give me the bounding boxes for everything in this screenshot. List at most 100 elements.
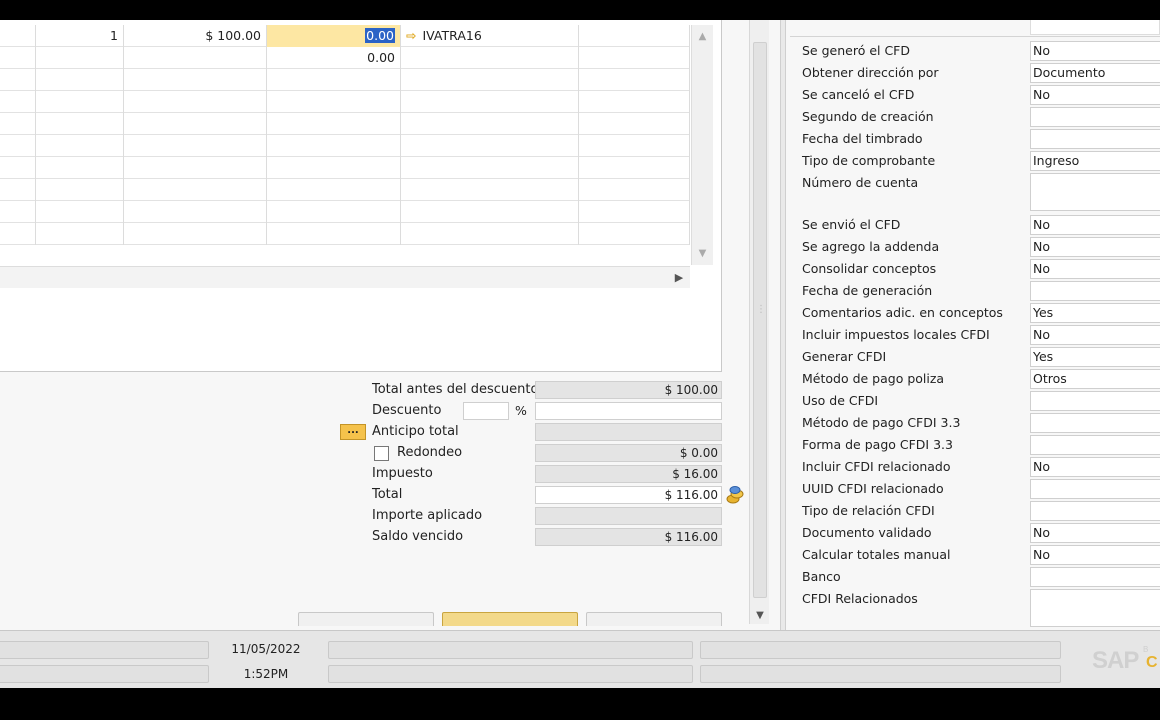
tax-code-cell[interactable] (401, 135, 579, 157)
udf-value-field[interactable]: No (1030, 259, 1160, 279)
quantity-cell[interactable] (36, 113, 124, 135)
table-row[interactable]: 0.00 (0, 47, 690, 69)
table-row[interactable] (0, 91, 690, 113)
table-row[interactable] (0, 179, 690, 201)
udf-value-field[interactable]: No (1030, 325, 1160, 345)
table-row[interactable] (0, 113, 690, 135)
grid-vertical-scrollbar[interactable]: ▲ ▼ (691, 25, 713, 265)
table-row[interactable] (0, 69, 690, 91)
udf-value-field[interactable]: Documento (1030, 63, 1160, 83)
udf-value-field[interactable]: No (1030, 85, 1160, 105)
discount-percent-input[interactable] (463, 402, 509, 420)
udf-value-field[interactable]: Yes (1030, 303, 1160, 323)
table-row[interactable]: 1 $ 100.00 0.00 ⇨ IVATRA16 (0, 25, 690, 47)
udf-value-field[interactable] (1030, 567, 1160, 587)
table-row[interactable] (0, 201, 690, 223)
discount-amount-input[interactable] (535, 402, 722, 420)
extra-cell[interactable] (579, 47, 690, 69)
udf-top-field[interactable] (1030, 20, 1160, 35)
discount-cell[interactable] (267, 157, 401, 179)
udf-value-field[interactable]: No (1030, 41, 1160, 61)
udf-value-field[interactable]: Ingreso (1030, 151, 1160, 171)
extra-cell[interactable] (579, 157, 690, 179)
udf-value-field[interactable] (1030, 107, 1160, 127)
scroll-down-icon[interactable]: ▼ (753, 610, 767, 621)
price-cell[interactable] (124, 69, 267, 91)
link-arrow-icon[interactable]: ⇨ (406, 28, 416, 43)
extra-cell[interactable] (579, 201, 690, 223)
extra-cell[interactable] (579, 69, 690, 91)
udf-value-field[interactable]: No (1030, 237, 1160, 257)
tax-code-cell[interactable] (401, 223, 579, 245)
price-cell[interactable] (124, 157, 267, 179)
tax-code-cell[interactable] (401, 47, 579, 69)
content-vertical-scrollbar[interactable]: ▼ (749, 20, 769, 624)
price-cell[interactable] (124, 113, 267, 135)
tax-code-cell[interactable] (401, 91, 579, 113)
tax-code-cell[interactable] (401, 69, 579, 91)
udf-value-field[interactable]: Otros (1030, 369, 1160, 389)
extra-cell[interactable] (579, 135, 690, 157)
scroll-up-icon[interactable]: ▲ (695, 29, 710, 44)
udf-value-field[interactable] (1030, 173, 1160, 211)
udf-value-field[interactable] (1030, 129, 1160, 149)
price-cell[interactable]: $ 100.00 (124, 25, 267, 47)
total-field[interactable]: $ 116.00 (535, 486, 722, 504)
splitter-grip-icon[interactable]: ⋮ (756, 304, 766, 315)
price-cell[interactable] (124, 223, 267, 245)
quantity-cell[interactable] (36, 91, 124, 113)
tax-code-cell[interactable]: ⇨ IVATRA16 (401, 25, 579, 47)
rounding-checkbox[interactable] (374, 446, 389, 461)
extra-cell[interactable] (579, 179, 690, 201)
udf-value-field[interactable]: No (1030, 215, 1160, 235)
table-row[interactable] (0, 157, 690, 179)
price-cell[interactable] (124, 91, 267, 113)
quantity-cell[interactable] (36, 201, 124, 223)
udf-value-field[interactable] (1030, 391, 1160, 411)
price-cell[interactable] (124, 47, 267, 69)
extra-cell[interactable] (579, 223, 690, 245)
udf-value-field[interactable] (1030, 479, 1160, 499)
udf-value-field[interactable]: Yes (1030, 347, 1160, 367)
scroll-thumb[interactable] (753, 42, 767, 598)
discount-cell[interactable] (267, 113, 401, 135)
table-row[interactable] (0, 135, 690, 157)
extra-cell[interactable] (579, 25, 690, 47)
udf-value-field[interactable] (1030, 501, 1160, 521)
price-cell[interactable] (124, 179, 267, 201)
udf-value-field[interactable] (1030, 413, 1160, 433)
scroll-right-icon[interactable]: ▶ (670, 270, 688, 286)
udf-value-field[interactable] (1030, 589, 1160, 627)
discount-cell[interactable] (267, 179, 401, 201)
extra-cell[interactable] (579, 91, 690, 113)
tax-code-cell[interactable] (401, 201, 579, 223)
discount-cell[interactable] (267, 69, 401, 91)
extra-cell[interactable] (579, 113, 690, 135)
discount-cell[interactable] (267, 223, 401, 245)
grid-horizontal-scrollbar[interactable]: ▶ (0, 266, 690, 288)
discount-cell[interactable] (267, 201, 401, 223)
coins-icon[interactable] (726, 485, 744, 505)
tax-code-cell[interactable] (401, 113, 579, 135)
scroll-down-icon[interactable]: ▼ (695, 246, 710, 261)
quantity-cell[interactable] (36, 135, 124, 157)
udf-value-field[interactable] (1030, 281, 1160, 301)
tax-code-cell[interactable] (401, 157, 579, 179)
price-cell[interactable] (124, 135, 267, 157)
quantity-cell[interactable] (36, 157, 124, 179)
discount-cell[interactable]: 0.00 (267, 47, 401, 69)
discount-cell[interactable]: 0.00 (267, 25, 401, 47)
price-cell[interactable] (124, 201, 267, 223)
udf-value-field[interactable] (1030, 435, 1160, 455)
action-button-3[interactable] (586, 612, 722, 626)
action-button-1[interactable] (298, 612, 434, 626)
quantity-cell[interactable] (36, 69, 124, 91)
discount-cell[interactable] (267, 135, 401, 157)
quantity-cell[interactable]: 1 (36, 25, 124, 47)
udf-value-field[interactable]: No (1030, 457, 1160, 477)
quantity-cell[interactable] (36, 47, 124, 69)
udf-value-field[interactable]: No (1030, 545, 1160, 565)
tax-code-cell[interactable] (401, 179, 579, 201)
table-row[interactable] (0, 223, 690, 245)
quantity-cell[interactable] (36, 223, 124, 245)
